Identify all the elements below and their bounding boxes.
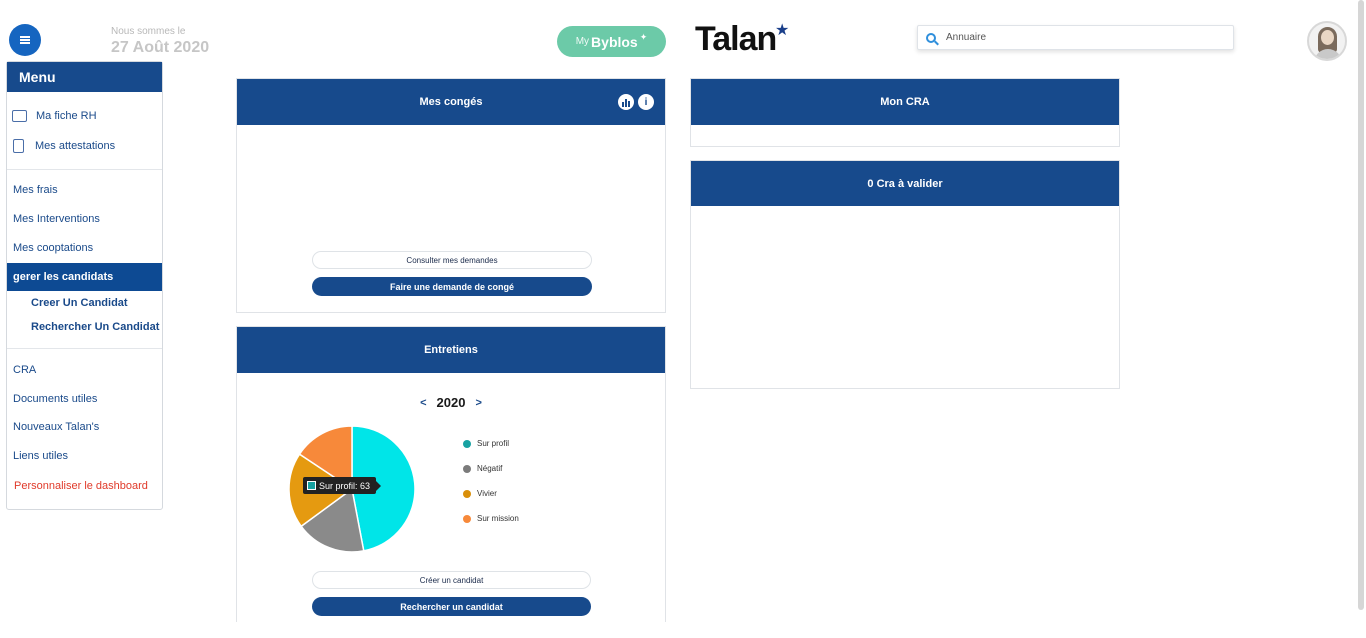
sidebar-item-gerer-candidats[interactable]: gerer les candidats [7,263,162,291]
sidebar-menu: Menu Ma fiche RH Mes attestations Mes fr… [6,61,163,510]
sidebar-item-label: Mes cooptations [13,242,94,254]
page-scrollbar[interactable] [1358,0,1364,610]
chart-legend: Sur profil Négatif Vivier Sur mission [463,431,519,531]
cra-card: Mon CRA [690,78,1120,147]
sidebar-item-nouveaux-talans[interactable]: Nouveaux Talan's [7,418,162,436]
sidebar-item-label: gerer les candidats [13,271,114,283]
sidebar-item-frais[interactable]: Mes frais [7,181,162,199]
consult-requests-button[interactable]: Consulter mes demandes [312,251,592,269]
sidebar-item-label: Personnaliser le dashboard [14,480,148,492]
mybyblos-button[interactable]: My Byblos ✦ [557,26,666,57]
legend-label: Vivier [477,489,497,498]
sidebar-item-label: Mes Interventions [13,213,100,225]
menu-toggle-button[interactable] [9,24,41,56]
entretiens-card: Entretiens < 2020 > Sur profil: 63 Sur p… [236,326,666,622]
divider [7,169,162,170]
sidebar-subitem-rechercher-candidat[interactable]: Rechercher Un Candidat [7,318,162,336]
user-avatar[interactable] [1307,21,1347,61]
entretiens-title: Entretiens [424,344,478,356]
create-candidate-button[interactable]: Créer un candidat [312,571,591,589]
tooltip-swatch [307,481,316,490]
cra-validation-title: 0 Cra à valider [867,177,943,190]
next-year-button[interactable]: > [475,397,481,409]
legend-item[interactable]: Sur mission [463,506,519,531]
sidebar-item-label: Liens utiles [13,450,69,462]
sidebar-item-label: Mes frais [13,184,58,196]
leave-request-button[interactable]: Faire une demande de congé [312,277,592,296]
star-icon: ★ [774,22,789,39]
legend-item[interactable]: Sur profil [463,431,519,456]
legend-label: Sur profil [477,439,510,448]
cra-card-header: Mon CRA [691,79,1119,125]
avatar-face [1321,30,1334,45]
legend-dot [463,464,471,473]
conges-title: Mes congés [419,96,483,108]
cra-validation-card: 0 Cra à valider [690,160,1120,389]
cra-title: Mon CRA [880,96,930,108]
sidebar-item-label: CRA [13,364,37,376]
cra-validation-header: 0 Cra à valider [691,161,1119,206]
search-icon [926,32,936,43]
directory-search[interactable] [917,25,1234,50]
sidebar-item-personnaliser-dashboard[interactable]: Personnaliser le dashboard [7,477,162,495]
current-date: 27 Août 2020 [111,39,210,56]
mybyblos-prefix: My [575,36,590,47]
legend-dot [463,439,471,448]
document-icon [13,139,24,153]
conges-card-header: Mes congés i [237,79,665,125]
sidebar-item-label: Documents utiles [13,393,98,405]
selected-year: 2020 [436,395,466,410]
hamburger-icon [20,36,30,44]
sidebar-item-label: Creer Un Candidat [31,297,128,309]
sidebar-item-label: Nouveaux Talan's [13,421,100,433]
legend-dot [463,514,471,523]
sidebar-item-liens-utiles[interactable]: Liens utiles [7,447,162,465]
sidebar-item-label: Mes attestations [35,140,116,152]
conges-card: Mes congés i Consulter mes demandes Fair… [236,78,666,313]
talan-logo: Talan ★ [695,20,789,59]
date-label: Nous sommes le [111,26,186,37]
legend-item[interactable]: Vivier [463,481,519,506]
id-card-icon [12,110,27,122]
sidebar-item-cooptations[interactable]: Mes cooptations [7,239,162,257]
sidebar-item-interventions[interactable]: Mes Interventions [7,210,162,228]
entretiens-card-header: Entretiens [237,327,665,373]
search-input[interactable] [946,32,1206,43]
mybyblos-name: Byblos [591,33,638,50]
logo-text: Talan [695,20,777,58]
sidebar-subitem-creer-candidat[interactable]: Creer Un Candidat [7,294,162,312]
sidebar-item-documents-utiles[interactable]: Documents utiles [7,390,162,408]
legend-label: Sur mission [477,514,519,523]
chart-tooltip: Sur profil: 63 [303,477,382,494]
legend-label: Négatif [477,464,503,473]
sparkle-icon: ✦ [639,32,648,42]
year-selector: < 2020 > [237,395,665,410]
sidebar-item-cra[interactable]: CRA [7,361,162,379]
search-candidate-button[interactable]: Rechercher un candidat [312,597,591,616]
legend-item[interactable]: Négatif [463,456,519,481]
divider [7,348,162,349]
menu-title: Menu [7,62,162,92]
legend-dot [463,489,471,498]
prev-year-button[interactable]: < [420,397,426,409]
bar-chart-icon[interactable] [618,94,634,110]
sidebar-item-label: Ma fiche RH [36,110,97,122]
info-icon[interactable]: i [638,94,654,110]
sidebar-item-fiche-rh[interactable]: Ma fiche RH [7,107,162,125]
tooltip-text: Sur profil: 63 [319,480,371,491]
sidebar-item-label: Rechercher Un Candidat [31,321,160,333]
sidebar-item-attestations[interactable]: Mes attestations [7,137,162,155]
